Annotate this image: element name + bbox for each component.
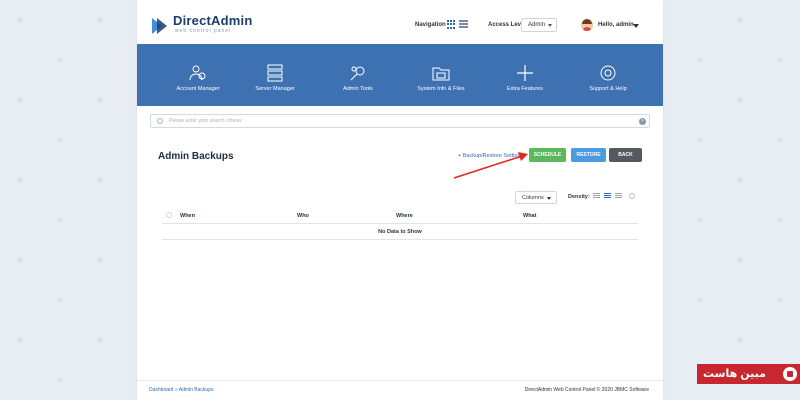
logo-subtitle: web control panel bbox=[175, 28, 232, 34]
density-normal-icon[interactable] bbox=[604, 193, 611, 200]
mobin-host-watermark: مبین هاست bbox=[697, 364, 800, 384]
main-content: Please enter your search criteria × Admi… bbox=[142, 106, 658, 368]
settings-gear-icon[interactable] bbox=[629, 193, 635, 199]
back-button[interactable]: BACK bbox=[609, 148, 642, 162]
user-greeting[interactable]: Hello, admin bbox=[598, 22, 634, 28]
density-comfortable-icon[interactable] bbox=[615, 193, 622, 200]
menu-label: Admin Tools bbox=[343, 86, 373, 92]
menu-label: System Info & Files bbox=[417, 86, 465, 92]
users-icon bbox=[189, 65, 206, 81]
page-title: Admin Backups bbox=[158, 151, 234, 162]
chevron-down-icon bbox=[548, 24, 552, 27]
chevron-down-icon bbox=[547, 197, 551, 200]
access-level-value: Admin bbox=[528, 22, 546, 28]
menu-extra-features[interactable]: Extra Features bbox=[481, 44, 569, 106]
menu-label: Server Manager bbox=[255, 86, 295, 92]
menu-label: Account Manager bbox=[176, 86, 220, 92]
plus-icon bbox=[517, 65, 533, 81]
copyright-text: DirectAdmin Web Control Panel © 2020 JBM… bbox=[524, 387, 649, 393]
directadmin-logo-icon[interactable] bbox=[150, 16, 170, 36]
directadmin-window: DirectAdmin web control panel Navigation… bbox=[137, 0, 663, 400]
column-header-where[interactable]: Where bbox=[396, 213, 413, 219]
menu-server-manager[interactable]: Server Manager bbox=[231, 44, 319, 106]
columns-dropdown[interactable]: Columns bbox=[515, 191, 557, 204]
navigation-label: Navigation bbox=[415, 22, 446, 28]
select-all-checkbox[interactable] bbox=[166, 212, 172, 218]
column-header-what[interactable]: What bbox=[523, 213, 536, 219]
tools-icon bbox=[350, 66, 365, 81]
user-avatar[interactable] bbox=[581, 19, 593, 31]
header-divider bbox=[162, 223, 638, 224]
density-compact-icon[interactable] bbox=[593, 193, 600, 200]
row-divider bbox=[162, 239, 638, 240]
main-menu: Account Manager Server Manager Admin Too… bbox=[137, 44, 663, 106]
restore-button[interactable]: RESTORE bbox=[571, 148, 606, 162]
red-arrow-annotation-icon bbox=[453, 152, 528, 179]
server-icon bbox=[267, 64, 283, 82]
search-icon bbox=[157, 118, 163, 124]
search-input[interactable]: Please enter your search criteria × bbox=[150, 114, 650, 128]
schedule-button[interactable]: SCHEDULE bbox=[529, 148, 566, 162]
grid-view-icon[interactable] bbox=[447, 20, 456, 29]
menu-label: Extra Features bbox=[506, 86, 544, 92]
density-label: Density: bbox=[568, 194, 590, 200]
footer: Dashboard » Admin Backups DirectAdmin We… bbox=[137, 380, 663, 400]
top-header: DirectAdmin web control panel Navigation… bbox=[137, 0, 663, 44]
menu-account-manager[interactable]: Account Manager bbox=[154, 44, 242, 106]
watermark-text: مبین هاست bbox=[703, 368, 766, 380]
menu-label: Support & Help bbox=[589, 86, 627, 92]
lifebuoy-icon bbox=[600, 65, 616, 81]
breadcrumb[interactable]: Dashboard » Admin Backups bbox=[149, 387, 213, 393]
menu-system-info-files[interactable]: System Info & Files bbox=[397, 44, 485, 106]
folder-icon bbox=[432, 67, 450, 81]
column-header-who[interactable]: Who bbox=[297, 213, 309, 219]
list-view-icon[interactable] bbox=[459, 20, 468, 29]
column-header-when[interactable]: When bbox=[180, 213, 195, 219]
search-placeholder: Please enter your search criteria bbox=[169, 118, 241, 124]
menu-admin-tools[interactable]: Admin Tools bbox=[314, 44, 402, 106]
logo-title: DirectAdmin bbox=[173, 13, 253, 28]
logo-text[interactable]: DirectAdmin web control panel bbox=[173, 13, 253, 35]
empty-table-message: No Data to Show bbox=[378, 229, 422, 235]
clear-search-icon[interactable]: × bbox=[639, 118, 646, 125]
menu-support-help[interactable]: Support & Help bbox=[564, 44, 652, 106]
columns-label: Columns bbox=[522, 195, 544, 201]
brand-logo-icon bbox=[783, 367, 797, 381]
access-level-select[interactable]: Admin bbox=[521, 18, 557, 32]
user-menu-caret-icon[interactable] bbox=[633, 24, 639, 28]
